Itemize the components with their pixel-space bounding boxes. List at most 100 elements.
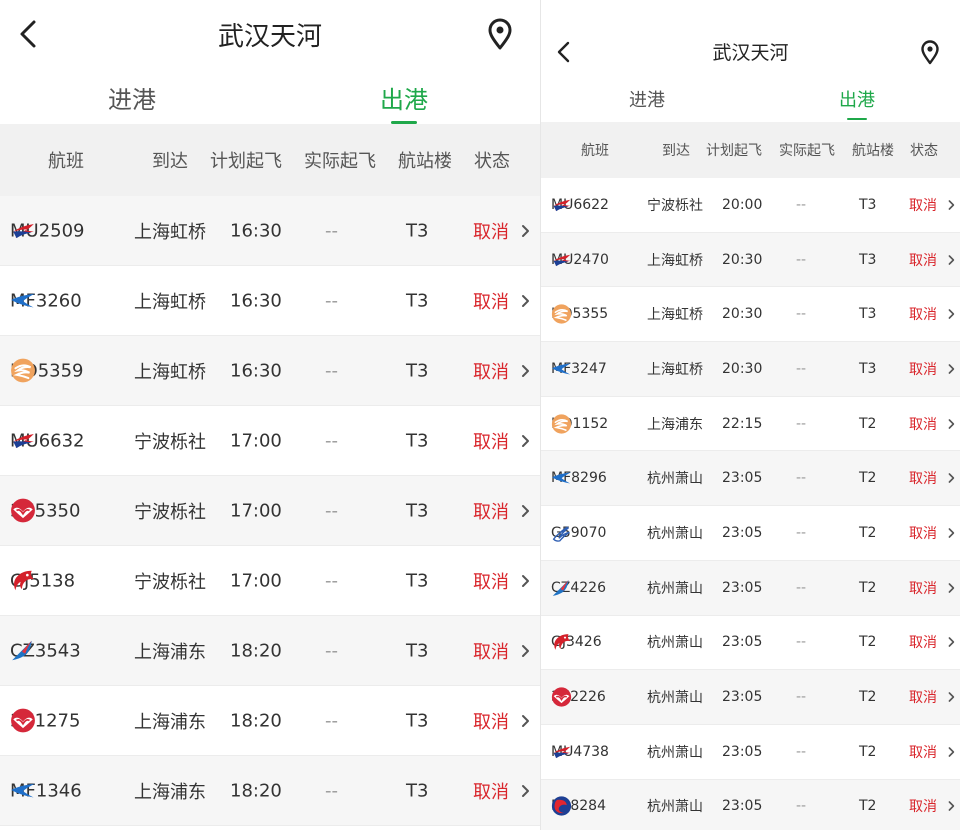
china-eastern-logo-icon [551, 194, 572, 215]
flight-row[interactable]: MU2509 上海虹桥 16:30 -- T3 取消 [0, 196, 540, 266]
table-header: 航班 到达 计划起飞 实际起飞 航站楼 状态 [541, 122, 960, 178]
terminal: T2 [859, 470, 877, 487]
planned-departure: 23:05 [722, 470, 763, 487]
tab-departure[interactable]: 出港 [344, 80, 464, 115]
destination: 上海浦东 [134, 781, 206, 803]
destination: 杭州萧山 [647, 744, 703, 761]
status-badge: 取消 [473, 571, 509, 593]
col-planned: 计划起飞 [210, 151, 282, 172]
terminal: T2 [859, 634, 877, 651]
flight-cell: GJ3426 [551, 634, 602, 650]
flight-list: MU6622 宁波栎社 20:00 -- T3 取消 MU2470 上海虹桥 2… [541, 178, 960, 830]
destination: 上海虹桥 [647, 361, 703, 378]
location-button[interactable] [919, 39, 941, 65]
destination: 上海浦东 [134, 641, 206, 663]
status-badge: 取消 [909, 361, 937, 378]
location-pin-icon [919, 39, 941, 65]
juneyao-airlines-logo-icon [10, 358, 36, 384]
flight-cell: HO5355 [551, 304, 608, 324]
destination: 上海浦东 [134, 711, 206, 733]
chevron-right-icon [520, 573, 530, 589]
planned-departure: 20:30 [722, 306, 763, 323]
flight-row[interactable]: GJ3426 杭州萧山 23:05 -- T2 取消 [541, 616, 960, 671]
flight-row[interactable]: MF3247 上海虹桥 20:30 -- T3 取消 [541, 342, 960, 397]
flight-row[interactable]: G59070 杭州萧山 23:05 -- T2 取消 [541, 506, 960, 561]
actual-departure: -- [796, 634, 807, 651]
right-panel: 武汉天河 进港 出港 航班 到达 计划起飞 实际起飞 航站楼 状态 MU6622… [540, 0, 960, 830]
china-eastern-logo-icon [551, 249, 572, 270]
status-badge: 取消 [473, 431, 509, 453]
planned-departure: 23:05 [722, 798, 763, 815]
destination: 宁波栎社 [134, 431, 206, 453]
flight-row[interactable]: CZ4226 杭州萧山 23:05 -- T2 取消 [541, 560, 960, 616]
planned-departure: 20:30 [722, 360, 763, 377]
flight-row[interactable]: GJ5138 宁波栎社 17:00 -- T3 取消 [0, 546, 540, 616]
flight-cell: CZ3543 [10, 640, 81, 661]
terminal: T2 [859, 798, 877, 815]
tab-arrival[interactable]: 进港 [597, 86, 697, 112]
terminal: T3 [859, 196, 877, 213]
actual-departure: -- [325, 220, 338, 241]
col-status: 状态 [474, 151, 510, 172]
planned-departure: 23:05 [722, 524, 763, 541]
status-badge: 取消 [473, 781, 509, 803]
actual-departure: -- [796, 360, 807, 377]
flight-row[interactable]: HO5355 上海虹桥 20:30 -- T3 取消 [541, 287, 960, 343]
flight-row[interactable]: 3U5350 宁波栎社 17:00 -- T3 取消 [0, 476, 540, 546]
actual-departure: -- [325, 570, 338, 591]
terminal: T3 [406, 780, 429, 801]
flight-row[interactable]: MU6622 宁波栎社 20:00 -- T3 取消 [541, 178, 960, 233]
actual-departure: -- [796, 306, 807, 323]
actual-departure: -- [796, 524, 807, 541]
flight-cell: MU4738 [551, 744, 609, 760]
flight-row[interactable]: MU6632 宁波栎社 17:00 -- T3 取消 [0, 406, 540, 476]
tab-departure[interactable]: 出港 [807, 86, 907, 112]
flight-cell: G59070 [551, 525, 606, 542]
terminal: T3 [406, 360, 429, 381]
flight-row[interactable]: HO5359 上海虹桥 16:30 -- T3 取消 [0, 336, 540, 406]
flight-cell: MF3260 [10, 290, 82, 311]
planned-departure: 17:00 [230, 570, 282, 591]
actual-departure: -- [796, 579, 807, 596]
flight-row[interactable]: MU4738 杭州萧山 23:05 -- T2 取消 [541, 725, 960, 780]
destination: 宁波栎社 [647, 197, 703, 214]
destination: 杭州萧山 [647, 525, 703, 542]
planned-departure: 22:15 [722, 415, 763, 432]
sichuan-airlines-logo-icon [10, 498, 36, 524]
flight-row[interactable]: MF8296 杭州萧山 23:05 -- T2 取消 [541, 451, 960, 507]
destination: 上海浦东 [647, 416, 703, 433]
terminal: T3 [859, 306, 877, 323]
destination: 宁波栎社 [134, 571, 206, 593]
location-button[interactable] [486, 17, 514, 51]
flight-row[interactable]: MF1346 上海浦东 18:20 -- T3 取消 [0, 756, 540, 826]
flight-row[interactable]: 3U1275 上海浦东 18:20 -- T3 取消 [0, 686, 540, 756]
juneyao-airlines-logo-icon [551, 413, 572, 434]
flight-cell: GJ5138 [10, 570, 75, 591]
planned-departure: 23:05 [722, 634, 763, 651]
flight-row[interactable]: CZ3543 上海浦东 18:20 -- T3 取消 [0, 616, 540, 686]
status-badge: 取消 [473, 501, 509, 523]
chevron-right-icon [520, 713, 530, 729]
destination: 杭州萧山 [647, 635, 703, 652]
chevron-right-icon [520, 293, 530, 309]
flight-row[interactable]: MU2470 上海虹桥 20:30 -- T3 取消 [541, 232, 960, 288]
status-badge: 取消 [473, 711, 509, 733]
sichuan-airlines-logo-icon [551, 687, 572, 708]
flight-row[interactable]: NS8284 杭州萧山 23:05 -- T2 取消 [541, 779, 960, 830]
planned-departure: 23:05 [722, 689, 763, 706]
flight-cell: CZ4226 [551, 580, 606, 596]
chevron-right-icon [947, 253, 955, 266]
actual-departure: -- [325, 430, 338, 451]
destination: 杭州萧山 [647, 580, 703, 597]
top-bar: 武汉天河 [0, 0, 540, 68]
terminal: T3 [406, 710, 429, 731]
status-badge: 取消 [909, 580, 937, 597]
tab-arrival[interactable]: 进港 [72, 80, 192, 115]
flight-row[interactable]: MF3260 上海虹桥 16:30 -- T3 取消 [0, 266, 540, 336]
planned-departure: 23:05 [722, 743, 763, 760]
chevron-right-icon [947, 800, 955, 813]
flight-row[interactable]: HO1152 上海浦东 22:15 -- T2 取消 [541, 397, 960, 452]
chevron-right-icon [947, 581, 955, 594]
flight-row[interactable]: 3U2226 杭州萧山 23:05 -- T2 取消 [541, 670, 960, 725]
planned-departure: 16:30 [230, 290, 282, 311]
